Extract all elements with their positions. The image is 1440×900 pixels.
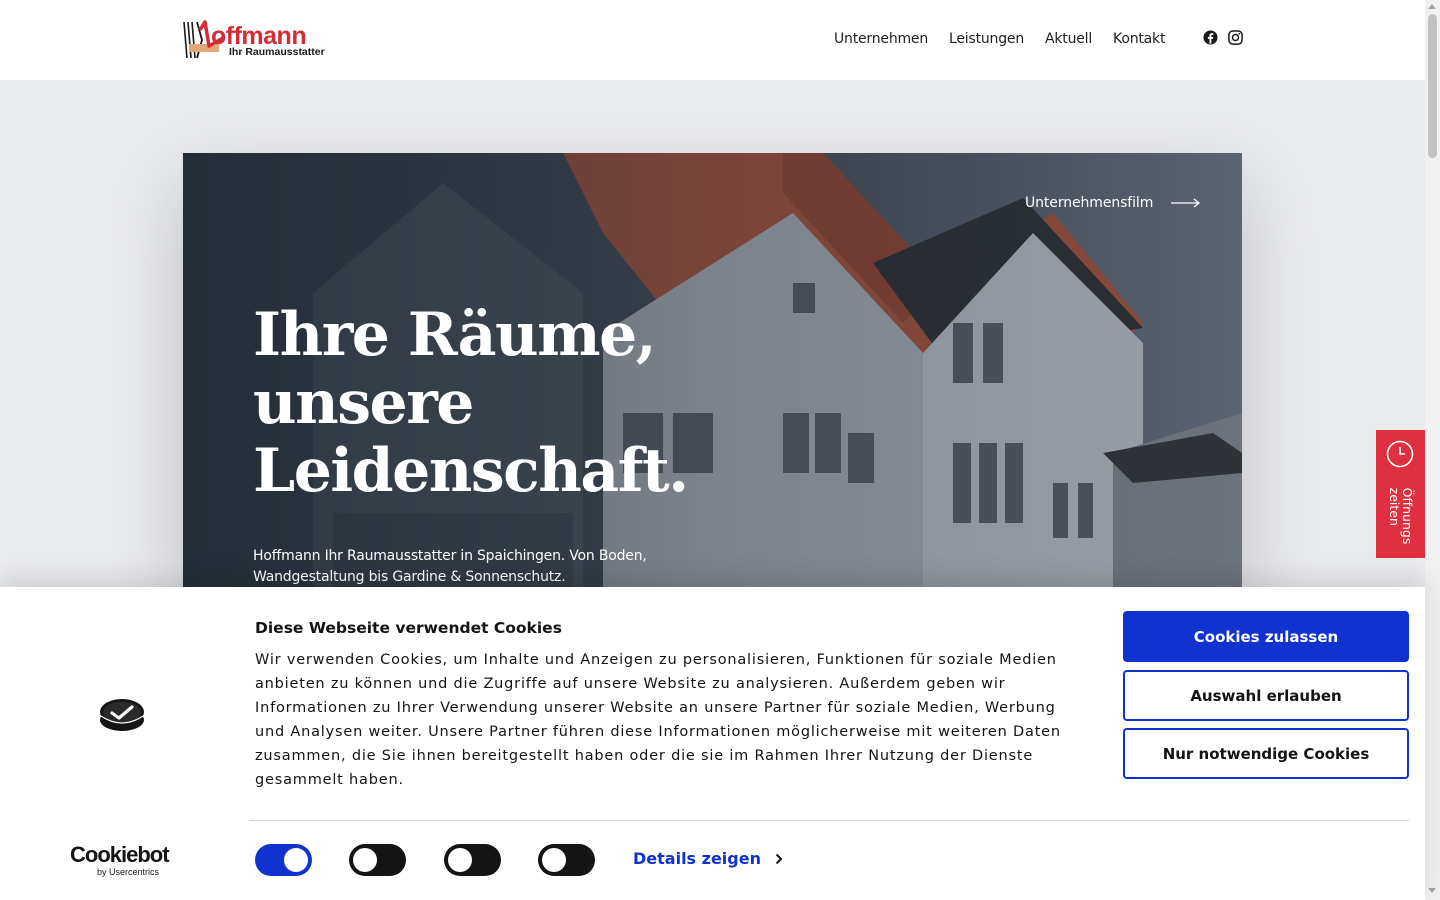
page-scrollbar[interactable] bbox=[1425, 0, 1440, 900]
necessary-cookies-toggle[interactable] bbox=[255, 844, 312, 876]
hero-section: Unternehmensfilm Ihre Räume, unsere Leid… bbox=[183, 153, 1242, 593]
cookie-banner-text: Wir verwenden Cookies, um Inhalte und An… bbox=[255, 652, 1061, 788]
necessary-cookies-only-button[interactable]: Nur notwendige Cookies bbox=[1123, 728, 1409, 779]
cookiebot-logo: Cookiebot by Usercentrics bbox=[70, 842, 170, 878]
facebook-icon[interactable] bbox=[1203, 30, 1218, 45]
allow-all-cookies-button[interactable]: Cookies zulassen bbox=[1123, 611, 1409, 662]
toggle-knob bbox=[284, 848, 308, 872]
opening-hours-text: Öffnungs zeiten bbox=[1387, 487, 1415, 545]
cookie-banner: Cookiebot by Usercentrics Diese Webseite… bbox=[0, 587, 1425, 900]
hero-title-line: unsere bbox=[253, 368, 474, 438]
chevron-right-icon bbox=[775, 853, 783, 864]
nav-item-kontakt[interactable]: Kontakt bbox=[1113, 29, 1165, 49]
hero-description: Hoffmann Ihr Raumausstatter in Spaiching… bbox=[253, 548, 647, 585]
nav-item-unternehmen[interactable]: Unternehmen bbox=[834, 29, 928, 49]
cookie-banner-divider bbox=[249, 820, 1409, 821]
cookiebot-badge-icon bbox=[100, 699, 144, 731]
show-details-label: Details zeigen bbox=[633, 849, 761, 868]
opening-hours-label: Öffnungs zeiten bbox=[1382, 480, 1420, 552]
allow-selection-button[interactable]: Auswahl erlauben bbox=[1123, 670, 1409, 721]
hoffmann-logo[interactable]: offmann Ihr Raumausstatter bbox=[183, 20, 325, 60]
scroll-down-arrow-icon[interactable] bbox=[1428, 888, 1436, 893]
cookiebot-logo-sub: by Usercentrics bbox=[97, 867, 160, 877]
social-links bbox=[1203, 30, 1243, 45]
scroll-up-arrow-icon[interactable] bbox=[1428, 4, 1436, 9]
statistics-cookies-toggle[interactable] bbox=[444, 844, 501, 876]
marketing-cookies-toggle[interactable] bbox=[538, 844, 595, 876]
toggle-knob bbox=[353, 848, 377, 872]
arrow-right-icon bbox=[1171, 198, 1201, 208]
toggle-knob bbox=[542, 848, 566, 872]
opening-hours-line1: Öffnungs bbox=[1400, 487, 1415, 545]
company-film-link[interactable]: Unternehmensfilm bbox=[1025, 195, 1201, 211]
main-nav: Unternehmen Leistungen Aktuell Kontakt bbox=[834, 29, 1165, 49]
hero-title-line: Leidenschaft. bbox=[253, 436, 689, 506]
instagram-icon[interactable] bbox=[1228, 30, 1243, 45]
nav-item-leistungen[interactable]: Leistungen bbox=[949, 29, 1024, 49]
opening-hours-tab[interactable]: Öffnungs zeiten bbox=[1376, 430, 1425, 558]
cookiebot-logo-main: Cookiebot bbox=[70, 842, 170, 867]
toggle-knob bbox=[448, 848, 472, 872]
show-details-link[interactable]: Details zeigen bbox=[633, 849, 783, 868]
company-film-label: Unternehmensfilm bbox=[1025, 195, 1154, 211]
clock-icon bbox=[1386, 440, 1414, 468]
cookie-banner-title: Diese Webseite verwendet Cookies bbox=[255, 619, 562, 637]
site-header: offmann Ihr Raumausstatter Unternehmen L… bbox=[0, 0, 1425, 80]
nav-item-aktuell[interactable]: Aktuell bbox=[1045, 29, 1092, 49]
preferences-cookies-toggle[interactable] bbox=[349, 844, 406, 876]
scroll-thumb[interactable] bbox=[1428, 14, 1437, 158]
hero-title: Ihre Räume, unsere Leidenschaft. bbox=[253, 301, 853, 505]
logo-subtitle: Ihr Raumausstatter bbox=[229, 46, 325, 58]
hero-title-line: Ihre Räume, bbox=[253, 300, 657, 370]
